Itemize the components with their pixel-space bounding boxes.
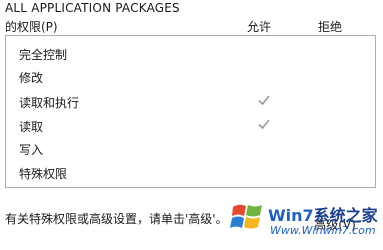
permission-row[interactable]: 特殊权限 [6, 162, 375, 184]
watermark: Win7系统之家 Www.Winwin7.com [228, 196, 383, 246]
permissions-list[interactable]: 完全控制 修改 读取和执行 读取 写入 特殊权限 [5, 35, 376, 188]
watermark-title-part2: 系统之家 [313, 206, 378, 225]
permission-row[interactable]: 读取 [6, 115, 375, 137]
allow-check-icon [258, 119, 270, 130]
watermark-title: Win7系统之家 [268, 202, 378, 226]
permission-label: 读取 [19, 120, 44, 134]
permissions-header: 的权限(P) [5, 20, 58, 34]
advanced-settings-hint: 有关特殊权限或高级设置，请单击'高级'。 [5, 212, 228, 226]
permission-row[interactable]: 读取和执行 [6, 91, 375, 113]
watermark-url: Www.Winwin7.com [270, 224, 376, 237]
permission-label: 读取和执行 [19, 96, 80, 110]
watermark-title-part1: Win7 [268, 206, 314, 225]
group-name-label: ALL APPLICATION PACKAGES [5, 1, 180, 15]
permission-label: 完全控制 [19, 48, 68, 62]
permission-row[interactable]: 完全控制 [6, 43, 375, 65]
windows-logo-icon [230, 204, 262, 229]
allow-check-icon [258, 95, 270, 106]
permission-label: 特殊权限 [19, 167, 68, 181]
allow-column-header: 允许 [247, 20, 272, 34]
permission-label: 修改 [19, 71, 44, 85]
deny-column-header: 拒绝 [318, 20, 343, 34]
permission-label: 写入 [19, 143, 44, 157]
permission-row[interactable]: 写入 [6, 138, 375, 160]
permission-row[interactable]: 修改 [6, 66, 375, 88]
